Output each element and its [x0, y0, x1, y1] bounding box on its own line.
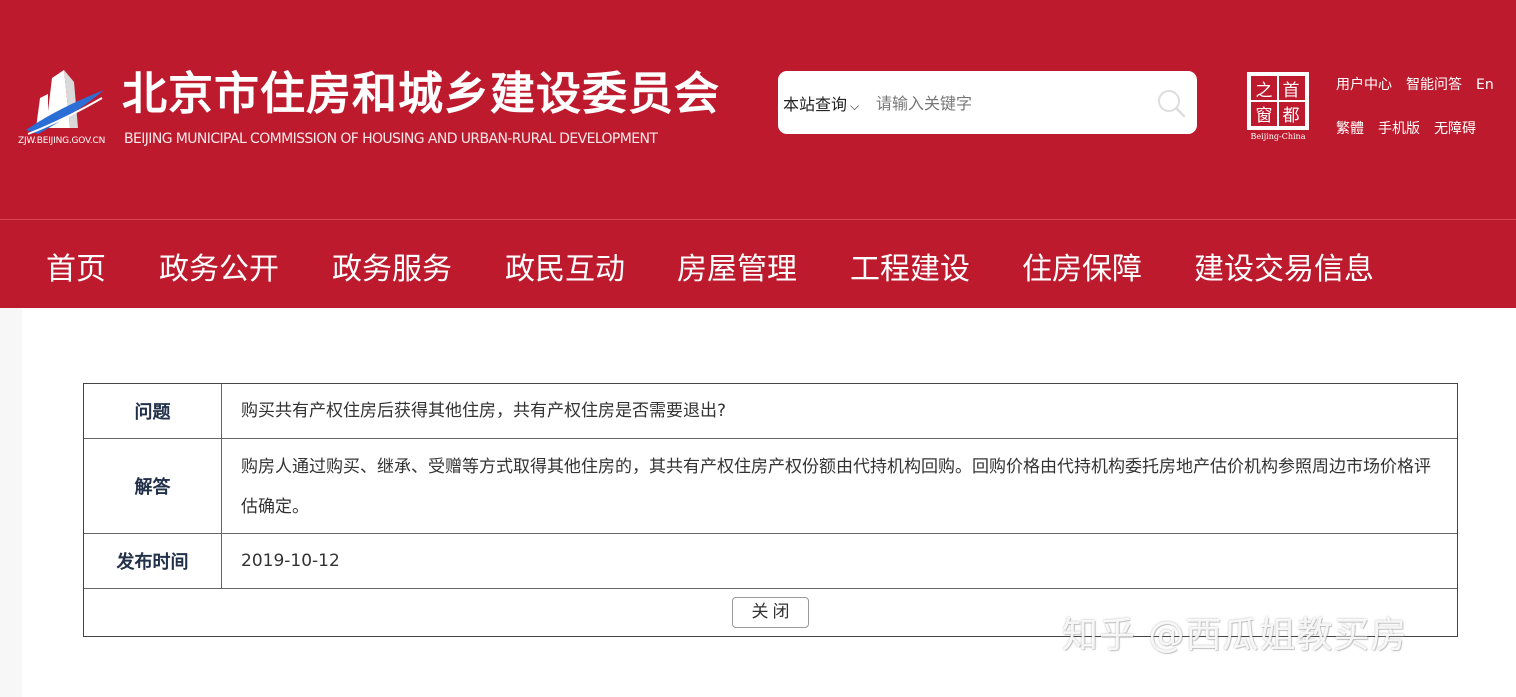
link-mobile[interactable]: 手机版	[1378, 121, 1420, 137]
emblem-char: 首	[1283, 81, 1300, 101]
close-button[interactable]: 关闭	[732, 597, 809, 628]
question-text: 购买共有产权住房后获得其他住房，共有产权住房是否需要退出?	[241, 401, 727, 421]
search-box: 本站查询 ⌵	[778, 71, 1197, 134]
nav-item-engineering[interactable]: 工程建设	[850, 244, 970, 288]
qa-row-question: 问题 购买共有产权住房后获得其他住房，共有产权住房是否需要退出?	[84, 384, 1457, 439]
nav-item-housing-mgmt[interactable]: 房屋管理	[677, 244, 797, 288]
site-title[interactable]: 北京市住房和城乡建设委员会	[122, 66, 720, 122]
nav-item-home[interactable]: 首页	[46, 244, 106, 288]
zhihu-watermark: 知乎 @西瓜姐教买房	[1062, 615, 1408, 656]
chevron-down-icon: ⌵	[850, 99, 860, 113]
nav-item-gov-services[interactable]: 政务服务	[332, 244, 452, 288]
emblem-char: 窗	[1256, 106, 1273, 126]
emblem-char: 都	[1283, 106, 1300, 126]
link-english[interactable]: En	[1476, 77, 1494, 93]
nav-item-trade-info[interactable]: 建设交易信息	[1194, 244, 1374, 288]
site-domain: ZJW.BEIJING.GOV.CN	[18, 136, 106, 146]
link-smart-qa[interactable]: 智能问答	[1406, 77, 1462, 93]
link-user-center[interactable]: 用户中心	[1336, 77, 1392, 93]
site-header: ZJW.BEIJING.GOV.CN 北京市住房和城乡建设委员会 BEIJING…	[0, 0, 1516, 219]
question-label: 问题	[84, 384, 222, 438]
answer-label: 解答	[84, 439, 222, 533]
publish-date: 2019-10-12	[241, 551, 340, 571]
emblem-caption: Beijing-China	[1251, 132, 1306, 141]
date-label: 发布时间	[84, 534, 222, 588]
nav-item-gov-affairs[interactable]: 政务公开	[159, 244, 279, 288]
search-input[interactable]	[876, 85, 1146, 121]
emblem-char: 之	[1256, 81, 1273, 101]
search-scope-label: 本站查询	[783, 95, 848, 114]
main-nav: 首页 政务公开 政务服务 政民互动 房屋管理 工程建设 住房保障 建设交易信息	[0, 219, 1516, 308]
link-accessibility[interactable]: 无障碍	[1434, 121, 1476, 137]
answer-text: 购房人通过购买、继承、受赠等方式取得其他住房的，其共有产权住房产权份额由代持机构…	[241, 457, 1431, 517]
link-traditional[interactable]: 繁體	[1336, 121, 1364, 137]
search-scope-dropdown[interactable]: 本站查询 ⌵	[783, 91, 859, 115]
top-links-row1: 用户中心 智能问答 En	[1336, 74, 1508, 94]
nav-item-interaction[interactable]: 政民互动	[505, 244, 625, 288]
qa-table: 问题 购买共有产权住房后获得其他住房，共有产权住房是否需要退出? 解答 购房人通…	[83, 383, 1458, 637]
nav-item-housing-security[interactable]: 住房保障	[1022, 244, 1142, 288]
top-links-row2: 繁體 手机版 无障碍	[1336, 118, 1490, 138]
qa-row-answer: 解答 购房人通过购买、继承、受赠等方式取得其他住房的，其共有产权住房产权份额由代…	[84, 439, 1457, 534]
capital-window-emblem-icon[interactable]: 之 首 窗 都 Beijing-China	[1243, 70, 1313, 142]
search-icon[interactable]	[1155, 87, 1187, 119]
qa-row-date: 发布时间 2019-10-12	[84, 534, 1457, 589]
site-subtitle-en: BEIJING MUNICIPAL COMMISSION OF HOUSING …	[124, 131, 658, 147]
page: ZJW.BEIJING.GOV.CN 北京市住房和城乡建设委员会 BEIJING…	[0, 0, 1516, 697]
